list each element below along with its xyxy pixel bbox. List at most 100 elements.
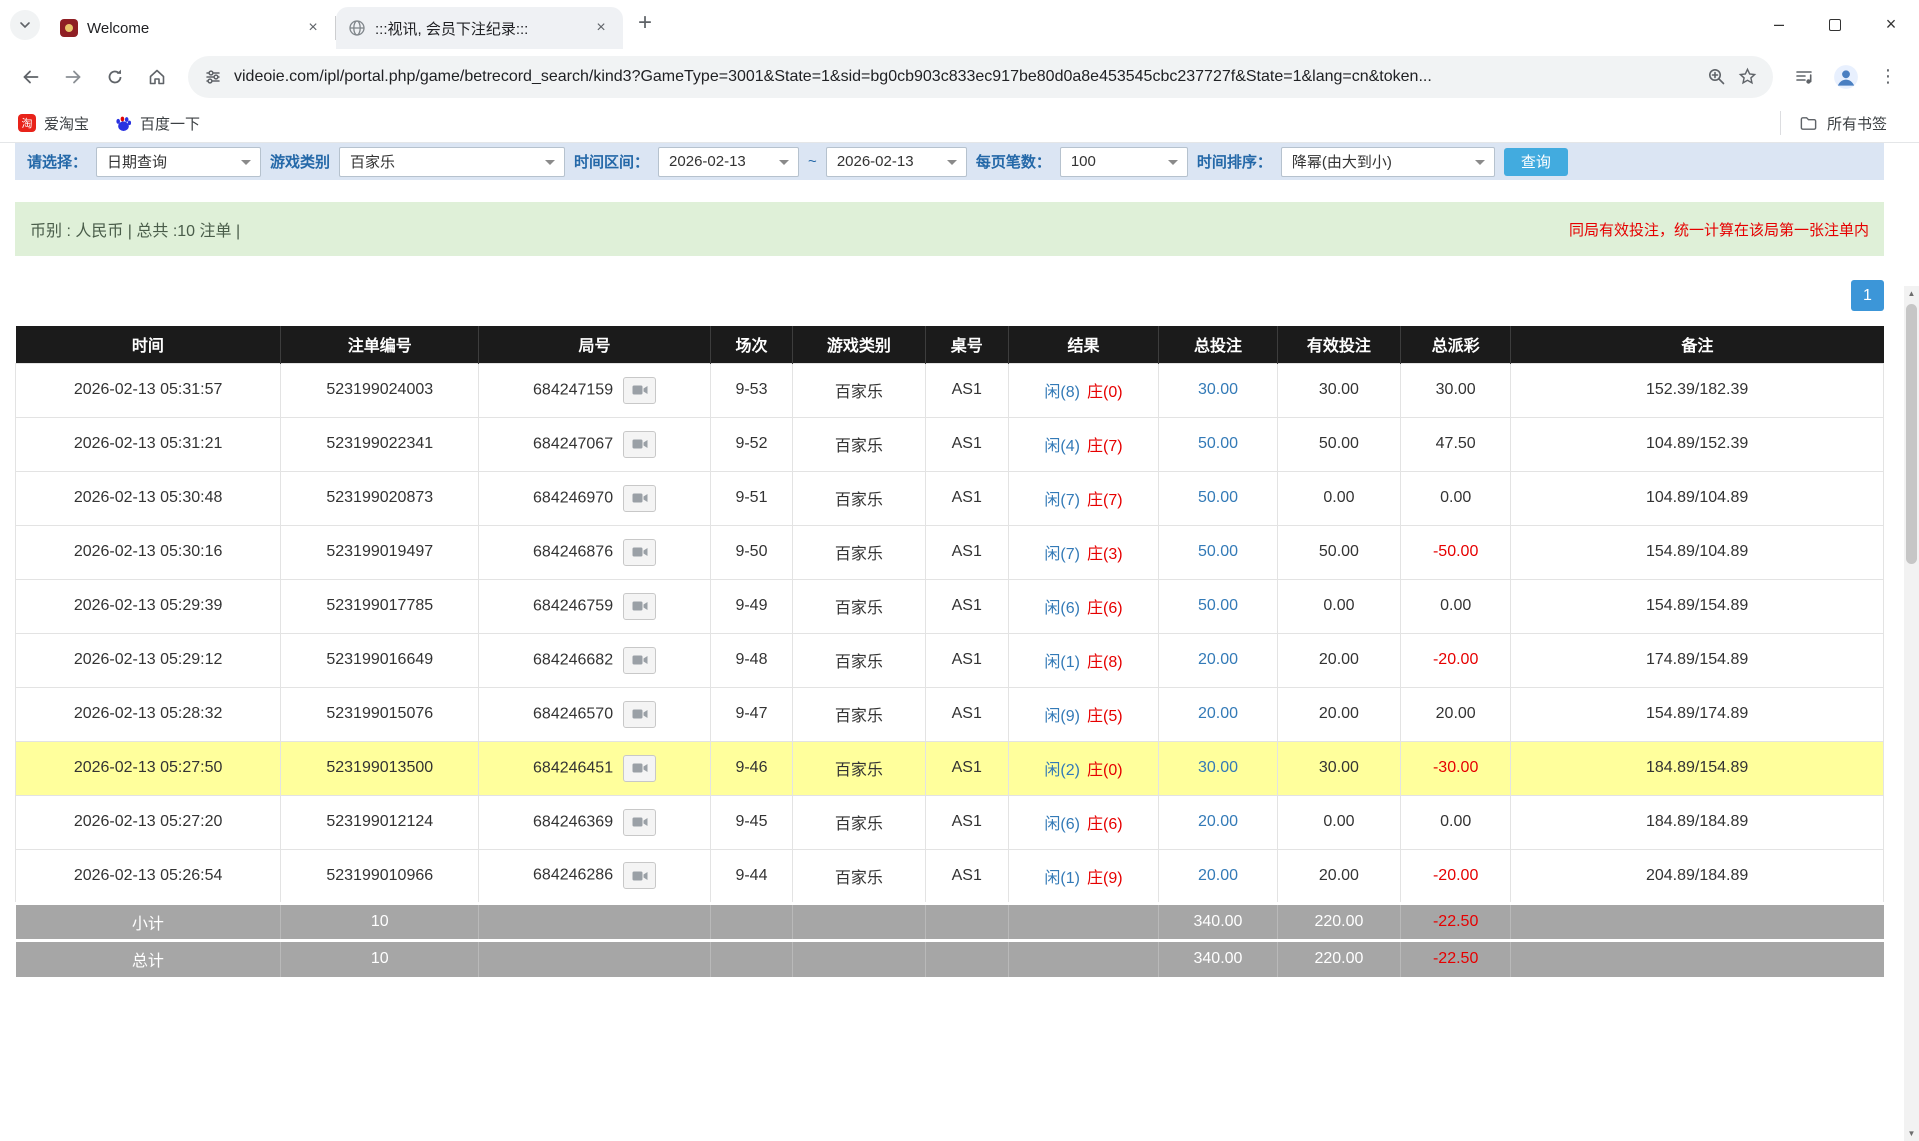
bookmark-taobao[interactable]: 淘 爱淘宝 — [18, 113, 89, 134]
payout-cell: 0.00 — [1401, 579, 1511, 633]
game-type-label: 游戏类别 — [270, 151, 330, 172]
vertical-scrollbar[interactable]: ▲ ▼ — [1904, 286, 1919, 1141]
total-bet-cell: 50.00 — [1159, 417, 1278, 471]
total-bet-link[interactable]: 50.00 — [1198, 597, 1238, 614]
time-cell: 2026-02-13 05:31:21 — [16, 417, 281, 471]
video-button[interactable] — [623, 431, 656, 458]
video-button[interactable] — [623, 809, 656, 836]
menu-button[interactable]: ⋮ — [1869, 58, 1907, 96]
video-button[interactable] — [623, 862, 656, 889]
tab-welcome[interactable]: Welcome × — [48, 7, 335, 49]
total-bet-link[interactable]: 50.00 — [1198, 543, 1238, 560]
video-button[interactable] — [623, 485, 656, 512]
total-bet-link[interactable]: 20.00 — [1198, 867, 1238, 884]
scrollbar-thumb[interactable] — [1906, 304, 1917, 564]
table-row: 2026-02-13 05:31:57 523199024003 6842471… — [16, 363, 1884, 417]
query-type-select[interactable]: 日期查询 — [96, 147, 261, 177]
total-count-cell: 10 — [281, 940, 479, 977]
table-row: 2026-02-13 05:29:12 523199016649 6842466… — [16, 633, 1884, 687]
profile-button[interactable] — [1827, 58, 1865, 96]
result-banker: 庄(5) — [1087, 708, 1123, 725]
sort-select[interactable]: 降幂(由大到小) — [1281, 147, 1495, 177]
home-button[interactable] — [138, 58, 176, 96]
scroll-down-icon[interactable]: ▼ — [1904, 1126, 1919, 1141]
total-bet-link[interactable]: 30.00 — [1198, 759, 1238, 776]
result-banker: 庄(7) — [1087, 492, 1123, 509]
address-bar[interactable]: videoie.com/ipl/portal.php/game/betrecor… — [188, 56, 1773, 98]
round-id: 684246759 — [533, 597, 613, 614]
new-tab-button[interactable]: + — [629, 9, 661, 37]
total-bet-link[interactable]: 50.00 — [1198, 435, 1238, 452]
time-cell: 2026-02-13 05:30:16 — [16, 525, 281, 579]
video-button[interactable] — [623, 701, 656, 728]
result-player: 闲(1) — [1044, 654, 1080, 671]
maximize-button[interactable] — [1807, 0, 1863, 49]
payout-cell: 0.00 — [1401, 795, 1511, 849]
total-bet-link[interactable]: 20.00 — [1198, 705, 1238, 722]
col-valid-bet: 有效投注 — [1277, 326, 1400, 363]
page-size-select[interactable]: 100 — [1060, 147, 1188, 177]
summary-info: 币别 : 人民币 | 总共 :10 注单 | — [30, 217, 240, 241]
game-type-cell: 百家乐 — [793, 525, 926, 579]
bet-id-cell: 523199010966 — [281, 849, 479, 903]
tab-title: Welcome — [87, 20, 294, 37]
chevron-down-icon — [19, 19, 31, 31]
payout-cell: 47.50 — [1401, 417, 1511, 471]
bookmark-star-icon[interactable] — [1738, 67, 1757, 86]
scroll-up-icon[interactable]: ▲ — [1904, 286, 1919, 301]
table-row: 2026-02-13 05:31:21 523199022341 6842470… — [16, 417, 1884, 471]
forward-icon — [63, 67, 83, 87]
video-button[interactable] — [623, 593, 656, 620]
close-window-button[interactable]: × — [1863, 0, 1919, 49]
forward-button[interactable] — [54, 58, 92, 96]
total-empty-cell — [710, 940, 792, 977]
back-button[interactable] — [12, 58, 50, 96]
video-button[interactable] — [623, 755, 656, 782]
col-round: 局号 — [479, 326, 711, 363]
video-button[interactable] — [623, 539, 656, 566]
payout-cell: 20.00 — [1401, 687, 1511, 741]
subtotal-valid-bet-cell: 220.00 — [1277, 903, 1400, 940]
total-bet-cell: 20.00 — [1159, 795, 1278, 849]
game-type-select[interactable]: 百家乐 — [339, 147, 565, 177]
search-button[interactable]: 查询 — [1504, 148, 1568, 176]
tab-betrecord[interactable]: :::视讯, 会员下注纪录::: × — [336, 7, 623, 49]
total-bet-link[interactable]: 20.00 — [1198, 813, 1238, 830]
close-icon[interactable]: × — [303, 18, 323, 38]
round-cell: 684247159 — [479, 363, 711, 417]
total-bet-link[interactable]: 20.00 — [1198, 651, 1238, 668]
tab-title: :::视讯, 会员下注纪录::: — [375, 18, 582, 39]
close-icon[interactable]: × — [591, 18, 611, 38]
refresh-button[interactable] — [96, 58, 134, 96]
valid-bet-cell: 20.00 — [1277, 633, 1400, 687]
game-type-cell: 百家乐 — [793, 687, 926, 741]
browser-toolbar: videoie.com/ipl/portal.php/game/betrecor… — [0, 49, 1919, 104]
site-info-icon[interactable] — [204, 68, 222, 86]
tab-search-button[interactable] — [10, 10, 40, 40]
round-id: 684246876 — [533, 543, 613, 560]
date-from-select[interactable]: 2026-02-13 — [658, 147, 799, 177]
minimize-button[interactable]: – — [1751, 0, 1807, 49]
all-bookmarks-button[interactable]: 所有书签 — [1780, 111, 1887, 135]
media-controls-button[interactable] — [1785, 58, 1823, 96]
video-button[interactable] — [623, 377, 656, 404]
date-to-select[interactable]: 2026-02-13 — [826, 147, 967, 177]
globe-icon — [348, 19, 366, 37]
col-result: 结果 — [1008, 326, 1158, 363]
total-bet-link[interactable]: 50.00 — [1198, 489, 1238, 506]
zoom-icon[interactable] — [1707, 67, 1726, 86]
round-cell: 684247067 — [479, 417, 711, 471]
result-banker: 庄(7) — [1087, 438, 1123, 455]
url-text[interactable]: videoie.com/ipl/portal.php/game/betrecor… — [234, 68, 1695, 86]
valid-bet-cell: 0.00 — [1277, 579, 1400, 633]
round-id: 684246970 — [533, 489, 613, 506]
table-row: 2026-02-13 05:27:20 523199012124 6842463… — [16, 795, 1884, 849]
total-bet-cell: 20.00 — [1159, 687, 1278, 741]
page-1-button[interactable]: 1 — [1851, 280, 1884, 311]
total-bet-link[interactable]: 30.00 — [1198, 381, 1238, 398]
welcome-favicon-icon — [60, 19, 78, 37]
note-cell: 104.89/152.39 — [1511, 417, 1884, 471]
bookmark-baidu[interactable]: 百度一下 — [115, 113, 200, 134]
total-valid-bet-cell: 220.00 — [1277, 940, 1400, 977]
video-button[interactable] — [623, 647, 656, 674]
